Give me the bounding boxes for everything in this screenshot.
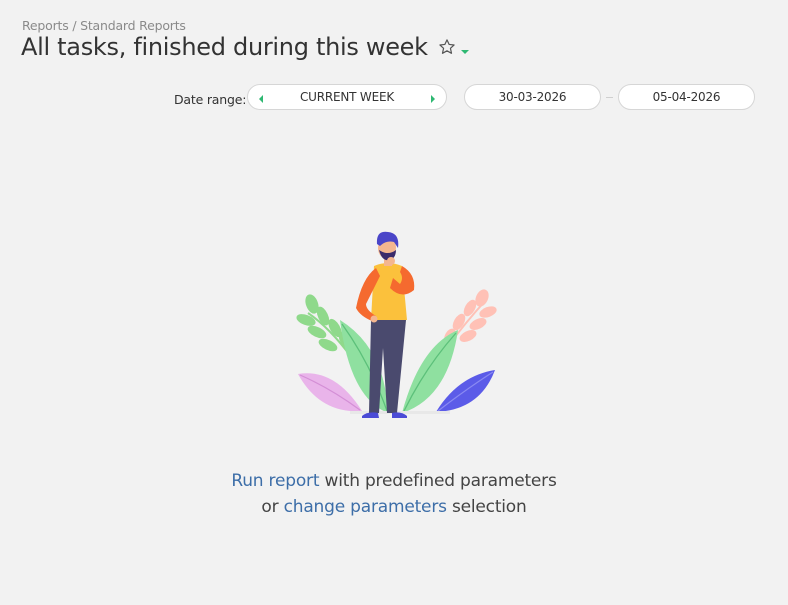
- date-range-preset-value: CURRENT WEEK: [299, 90, 395, 104]
- run-report-link[interactable]: Run report: [231, 471, 319, 491]
- date-range-preset-selector[interactable]: CURRENT WEEK: [247, 84, 447, 110]
- empty-state-line-1-text: with predefined parameters: [319, 471, 557, 491]
- breadcrumb: Reports / Standard Reports: [22, 18, 186, 33]
- date-range-dash: [606, 97, 613, 98]
- star-outline-icon[interactable]: [438, 38, 456, 56]
- breadcrumb-reports-link[interactable]: Reports: [22, 18, 69, 33]
- date-from-field[interactable]: 30-03-2026: [464, 84, 601, 110]
- thinking-person-illustration: [290, 228, 500, 428]
- empty-state-message: Run report with predefined parameters or…: [0, 468, 788, 520]
- change-parameters-link[interactable]: change parameters: [284, 497, 447, 517]
- empty-state-line-2-text: selection: [446, 497, 527, 517]
- title-row: All tasks, finished during this week: [21, 33, 469, 61]
- breadcrumb-standard-reports-link[interactable]: Standard Reports: [80, 18, 186, 33]
- page-title: All tasks, finished during this week: [21, 33, 428, 61]
- empty-state-line-2: or change parameters selection: [0, 494, 788, 520]
- arrow-left-icon[interactable]: [257, 93, 265, 103]
- breadcrumb-separator: /: [68, 18, 81, 33]
- caret-down-icon[interactable]: [460, 43, 469, 54]
- empty-state-line-1: Run report with predefined parameters: [0, 468, 788, 494]
- date-range-bar: Date range: CURRENT WEEK 30-03-2026 05-0…: [0, 84, 788, 112]
- arrow-right-icon[interactable]: [429, 93, 437, 103]
- empty-state-line-2-prefix: or: [261, 497, 284, 517]
- date-range-label: Date range:: [174, 92, 247, 107]
- date-to-field[interactable]: 05-04-2026: [618, 84, 755, 110]
